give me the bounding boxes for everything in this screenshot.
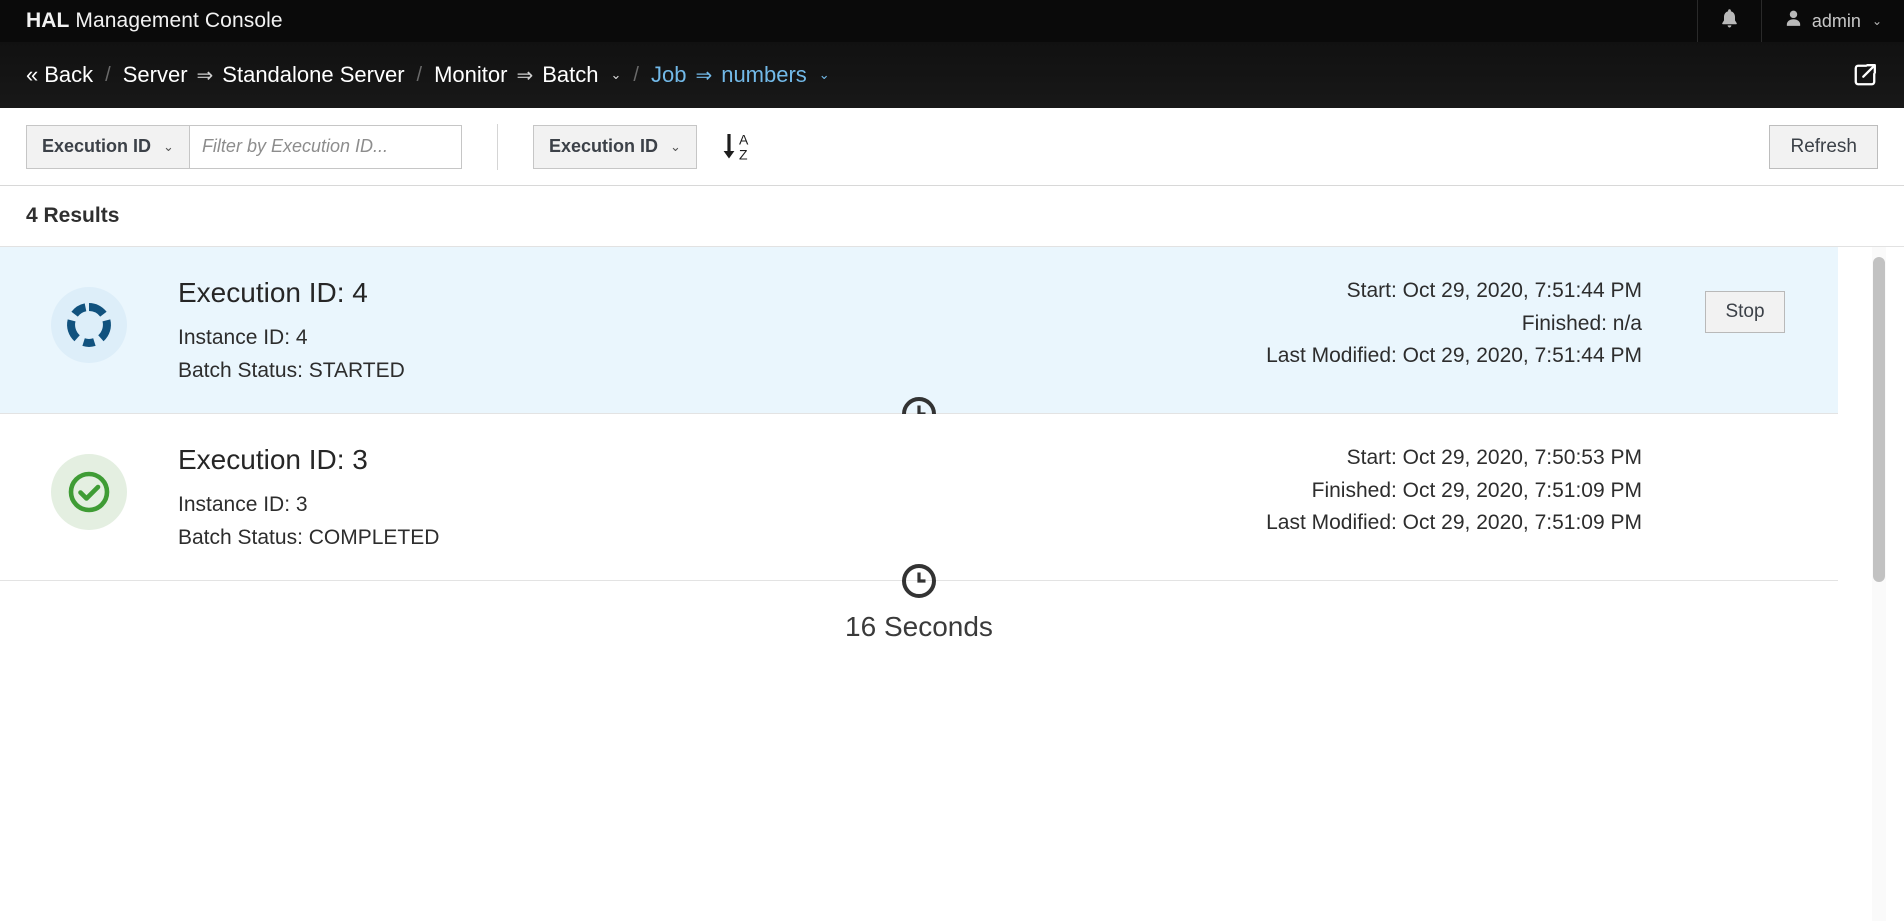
duration-value: 16 Seconds [845,611,993,643]
breadcrumb-item-monitor[interactable]: Monitor ⇒ Batch ⌄ [434,62,621,88]
list-scrollbar-thumb[interactable] [1873,257,1885,582]
sort-attribute-label: Execution ID [548,136,658,156]
batch-status-label: Batch Status: STARTED [178,358,405,382]
user-label: admin [1811,10,1861,31]
row-action-cell: Stop [1652,275,1838,333]
brand-rest: Management Console [69,9,283,32]
sort-direction-button[interactable]: A Z [715,125,759,169]
app-header: HAL Management Console admin ⌄ [0,0,1904,42]
start-label: Start: Oct 29, 2020, 7:50:53 PM [1346,446,1642,470]
sort-attribute-dropdown[interactable]: Execution ID ⌄ [532,124,697,169]
row-content: Execution ID: 4 Instance ID: 4 Batch Sta… [178,275,1652,387]
breadcrumb-monitor-type: Monitor [434,62,508,87]
svg-text:Z: Z [739,146,748,162]
svg-text:A: A [739,131,749,147]
last-modified-label: Last Modified: Oct 29, 2020, 7:51:44 PM [1266,344,1642,368]
breadcrumb-server-value: Standalone Server [222,62,405,87]
notifications-button[interactable] [1696,0,1761,42]
chevron-down-icon[interactable]: ⌄ [610,67,621,83]
status-badge [51,287,127,363]
breadcrumb-server-type: Server [122,62,188,87]
status-badge [51,454,127,531]
execution-list: Execution ID: 4 Instance ID: 4 Batch Sta… [0,246,1904,921]
table-row[interactable]: Execution ID: 3 Instance ID: 3 Batch Sta… [0,414,1838,642]
batch-status-label: Batch Status: COMPLETED [178,525,440,549]
check-circle-icon [68,471,110,513]
breadcrumb-separator: / [416,63,423,86]
table-row[interactable]: Execution ID: 4 Instance ID: 4 Batch Sta… [0,247,1838,475]
chevron-down-icon: ⌄ [669,138,681,154]
results-count: 4 Results [0,186,1904,246]
double-arrow-icon: ⇒ [695,64,713,87]
start-label: Start: Oct 29, 2020, 7:51:44 PM [1346,279,1642,302]
execution-id-label: Execution ID: 4 [178,277,368,308]
breadcrumb-separator: / [105,63,111,86]
list-scrollbar-track[interactable] [1872,247,1886,921]
execution-timestamps: Start: Oct 29, 2020, 7:50:53 PM Finished… [608,442,1642,554]
brand-bold: HAL [26,9,70,32]
user-menu[interactable]: admin ⌄ [1760,0,1904,42]
breadcrumb-back-button[interactable]: « Back [26,62,93,88]
chevron-down-icon: ⌄ [163,138,174,154]
external-link-icon[interactable] [1848,58,1882,92]
double-arrow-icon: ⇒ [516,64,534,87]
duration-block: 16 Seconds [0,562,1838,643]
breadcrumb-job-value: numbers [721,62,807,87]
sort-a-z-descending-icon: A Z [723,131,749,162]
double-arrow-icon: ⇒ [196,64,214,87]
filter-attribute-label: Execution ID [42,136,152,156]
refresh-button[interactable]: Refresh [1769,124,1878,169]
finished-label: Finished: Oct 29, 2020, 7:51:09 PM [1311,478,1642,502]
clock-icon [900,564,938,604]
breadcrumb-monitor-value: Batch [542,62,599,87]
toolbar-divider [496,123,498,170]
filter-toolbar: Execution ID ⌄ Execution ID ⌄ A Z Refres… [0,108,1904,186]
chevron-down-icon: ⌄ [1871,14,1882,28]
instance-id-label: Instance ID: 3 [178,493,308,517]
breadcrumb: « Back / Server ⇒ Standalone Server / Mo… [0,42,1904,108]
app-title: HAL Management Console [0,9,283,33]
stop-button[interactable]: Stop [1705,291,1785,333]
back-label: Back [44,62,94,87]
user-icon [1784,9,1803,33]
filter-group: Execution ID ⌄ [26,124,462,169]
instance-id-label: Instance ID: 4 [178,326,308,349]
execution-summary: Execution ID: 3 Instance ID: 3 Batch Sta… [178,442,608,554]
row-content: Execution ID: 3 Instance ID: 3 Batch Sta… [178,442,1652,554]
chevron-down-icon[interactable]: ⌄ [819,67,830,83]
row-action-cell [1652,442,1838,458]
execution-list-inner: Execution ID: 4 Instance ID: 4 Batch Sta… [0,247,1904,642]
breadcrumb-item-server[interactable]: Server ⇒ Standalone Server [123,62,405,88]
breadcrumb-item-job[interactable]: Job ⇒ numbers ⌄ [651,62,830,88]
breadcrumb-job-type: Job [650,62,687,87]
status-icon-cell [0,442,178,531]
finished-label: Finished: n/a [1521,311,1642,335]
back-chevrons-icon: « [26,62,39,87]
breadcrumb-separator: / [633,63,639,86]
status-icon-cell [0,275,178,363]
bell-icon [1720,8,1739,34]
filter-input[interactable] [189,124,462,169]
filter-attribute-dropdown[interactable]: Execution ID ⌄ [26,124,190,169]
execution-summary: Execution ID: 4 Instance ID: 4 Batch Sta… [178,275,608,387]
execution-id-label: Execution ID: 3 [178,444,368,476]
spinner-running-icon [67,303,111,347]
header-actions: admin ⌄ [1696,0,1904,42]
execution-timestamps: Start: Oct 29, 2020, 7:51:44 PM Finished… [608,275,1642,387]
last-modified-label: Last Modified: Oct 29, 2020, 7:51:09 PM [1266,511,1642,535]
